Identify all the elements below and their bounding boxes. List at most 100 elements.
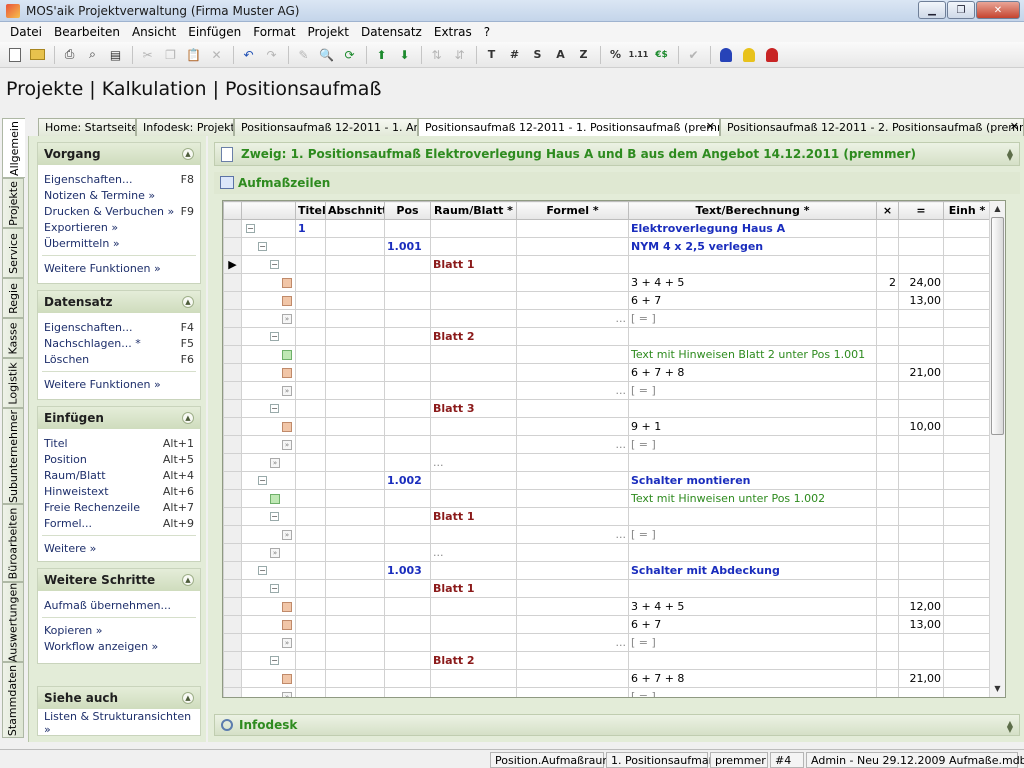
cell-titel[interactable]	[295, 345, 326, 364]
cell-raum-blatt[interactable]	[430, 597, 517, 616]
collapse-icon[interactable]: ▲	[182, 574, 194, 586]
table-row[interactable]: 6 + 7 13,00	[223, 291, 991, 310]
cell-pos[interactable]	[384, 345, 431, 364]
tree-cell[interactable]: »	[241, 687, 296, 697]
cell-abschnitt[interactable]	[325, 561, 385, 580]
link-weitere[interactable]: Weitere »	[38, 540, 200, 556]
cell-pos[interactable]	[384, 579, 431, 598]
cell-raum-blatt[interactable]	[430, 417, 517, 436]
cell-pos[interactable]	[384, 309, 431, 328]
cell-formel[interactable]	[516, 615, 629, 634]
vertical-scrollbar[interactable]: ▲ ▼	[989, 201, 1005, 697]
cell-text[interactable]	[628, 543, 877, 562]
row-selector[interactable]	[223, 597, 242, 616]
cell-pos[interactable]	[384, 381, 431, 400]
tree-cell[interactable]	[241, 669, 296, 688]
cell-result[interactable]	[898, 687, 944, 697]
tree-cell[interactable]	[241, 345, 296, 364]
tree-cell[interactable]	[241, 273, 296, 292]
cell-pos[interactable]	[384, 219, 431, 238]
cell-pos[interactable]	[384, 507, 431, 526]
user-red-icon[interactable]	[761, 45, 782, 65]
menu-extras[interactable]: Extras	[428, 25, 478, 39]
tree-cell[interactable]	[241, 363, 296, 382]
link-raum-blatt[interactable]: Raum/Blatt Alt+4	[38, 467, 200, 483]
cell-titel[interactable]	[295, 543, 326, 562]
link-kopieren[interactable]: Kopieren »	[38, 622, 200, 638]
tree-cell[interactable]: »	[241, 633, 296, 652]
cell-titel[interactable]	[295, 651, 326, 670]
cell-pos[interactable]	[384, 435, 431, 454]
cell-text[interactable]	[628, 651, 877, 670]
cell-einheit[interactable]	[943, 435, 991, 454]
edit-pencil-icon[interactable]: ✎	[293, 45, 314, 65]
cell-result[interactable]	[898, 309, 944, 328]
cell-abschnitt[interactable]	[325, 237, 385, 256]
row-selector[interactable]	[223, 273, 242, 292]
cell-raum-blatt[interactable]	[430, 687, 517, 697]
cell-abschnitt[interactable]	[325, 273, 385, 292]
row-selector[interactable]	[223, 219, 242, 238]
cell-multiplier[interactable]	[876, 237, 899, 256]
cell-multiplier[interactable]	[876, 309, 899, 328]
cell-titel[interactable]: 1	[295, 219, 326, 238]
row-selector[interactable]	[223, 291, 242, 310]
tree-cell[interactable]: −	[241, 579, 296, 598]
cell-text[interactable]	[628, 453, 877, 472]
collapse-toggle-icon[interactable]: −	[270, 512, 279, 521]
row-selector[interactable]	[223, 615, 242, 634]
link-weitere-funktionen[interactable]: Weitere Funktionen »	[38, 260, 200, 276]
cell-formel[interactable]	[516, 237, 629, 256]
cell-text[interactable]: 6 + 7 + 8	[628, 669, 877, 688]
cell-raum-blatt[interactable]	[430, 273, 517, 292]
cell-formel[interactable]	[516, 597, 629, 616]
cell-abschnitt[interactable]	[325, 309, 385, 328]
cell-raum-blatt[interactable]: Blatt 1	[430, 507, 517, 526]
cell-formel[interactable]: ...	[516, 525, 629, 544]
cell-result[interactable]	[898, 525, 944, 544]
link-eigenschaften[interactable]: Eigenschaften... F8	[38, 171, 200, 187]
cell-pos[interactable]	[384, 417, 431, 436]
cell-raum-blatt[interactable]: Blatt 2	[430, 327, 517, 346]
cell-abschnitt[interactable]	[325, 669, 385, 688]
cell-abschnitt[interactable]	[325, 597, 385, 616]
cell-raum-blatt[interactable]	[430, 345, 517, 364]
cell-abschnitt[interactable]	[325, 579, 385, 598]
cell-result[interactable]	[898, 327, 944, 346]
collapse-toggle-icon[interactable]: −	[270, 332, 279, 341]
section-header[interactable]: Vorgang ▲	[38, 143, 200, 165]
cell-formel[interactable]	[516, 417, 629, 436]
header-abschnitt[interactable]: Abschnitt	[325, 201, 385, 220]
move-down-icon[interactable]: ⬇	[394, 45, 415, 65]
cell-multiplier[interactable]	[876, 255, 899, 274]
cell-abschnitt[interactable]	[325, 633, 385, 652]
cell-pos[interactable]	[384, 669, 431, 688]
refresh-icon[interactable]: ⟳	[339, 45, 360, 65]
cell-text[interactable]	[628, 399, 877, 418]
row-selector[interactable]	[223, 651, 242, 670]
tree-cell[interactable]: »	[241, 309, 296, 328]
table-row[interactable]: − Blatt 1	[223, 507, 991, 526]
cell-text[interactable]: [ = ]	[628, 435, 877, 454]
cell-abschnitt[interactable]	[325, 417, 385, 436]
infodesk-header[interactable]: Infodesk ▲ ▼	[214, 714, 1020, 736]
cell-result[interactable]	[898, 255, 944, 274]
cell-text[interactable]: [ = ]	[628, 381, 877, 400]
tab-home[interactable]: Home: Startseite	[38, 118, 136, 136]
cell-text[interactable]: Elektroverlegung Haus A	[628, 219, 877, 238]
tree-cell[interactable]: »	[241, 381, 296, 400]
cell-result[interactable]	[898, 471, 944, 490]
cell-titel[interactable]	[295, 525, 326, 544]
cell-multiplier[interactable]	[876, 399, 899, 418]
cell-multiplier[interactable]	[876, 525, 899, 544]
tab-angebot[interactable]: Positionsaufmaß 12-2011 - 1. Angeb	[234, 118, 418, 136]
cell-multiplier[interactable]	[876, 507, 899, 526]
tree-cell[interactable]: −	[241, 237, 296, 256]
link-uebermitteln[interactable]: Übermitteln »	[38, 235, 200, 251]
collapse-icon[interactable]: ▲	[182, 148, 194, 160]
tree-cell[interactable]: »	[241, 453, 296, 472]
zweig-header[interactable]: Zweig: 1. Positionsaufmaß Elektroverlegu…	[214, 142, 1020, 166]
row-selector[interactable]	[223, 345, 242, 364]
cell-result[interactable]	[898, 345, 944, 364]
cell-multiplier[interactable]	[876, 417, 899, 436]
